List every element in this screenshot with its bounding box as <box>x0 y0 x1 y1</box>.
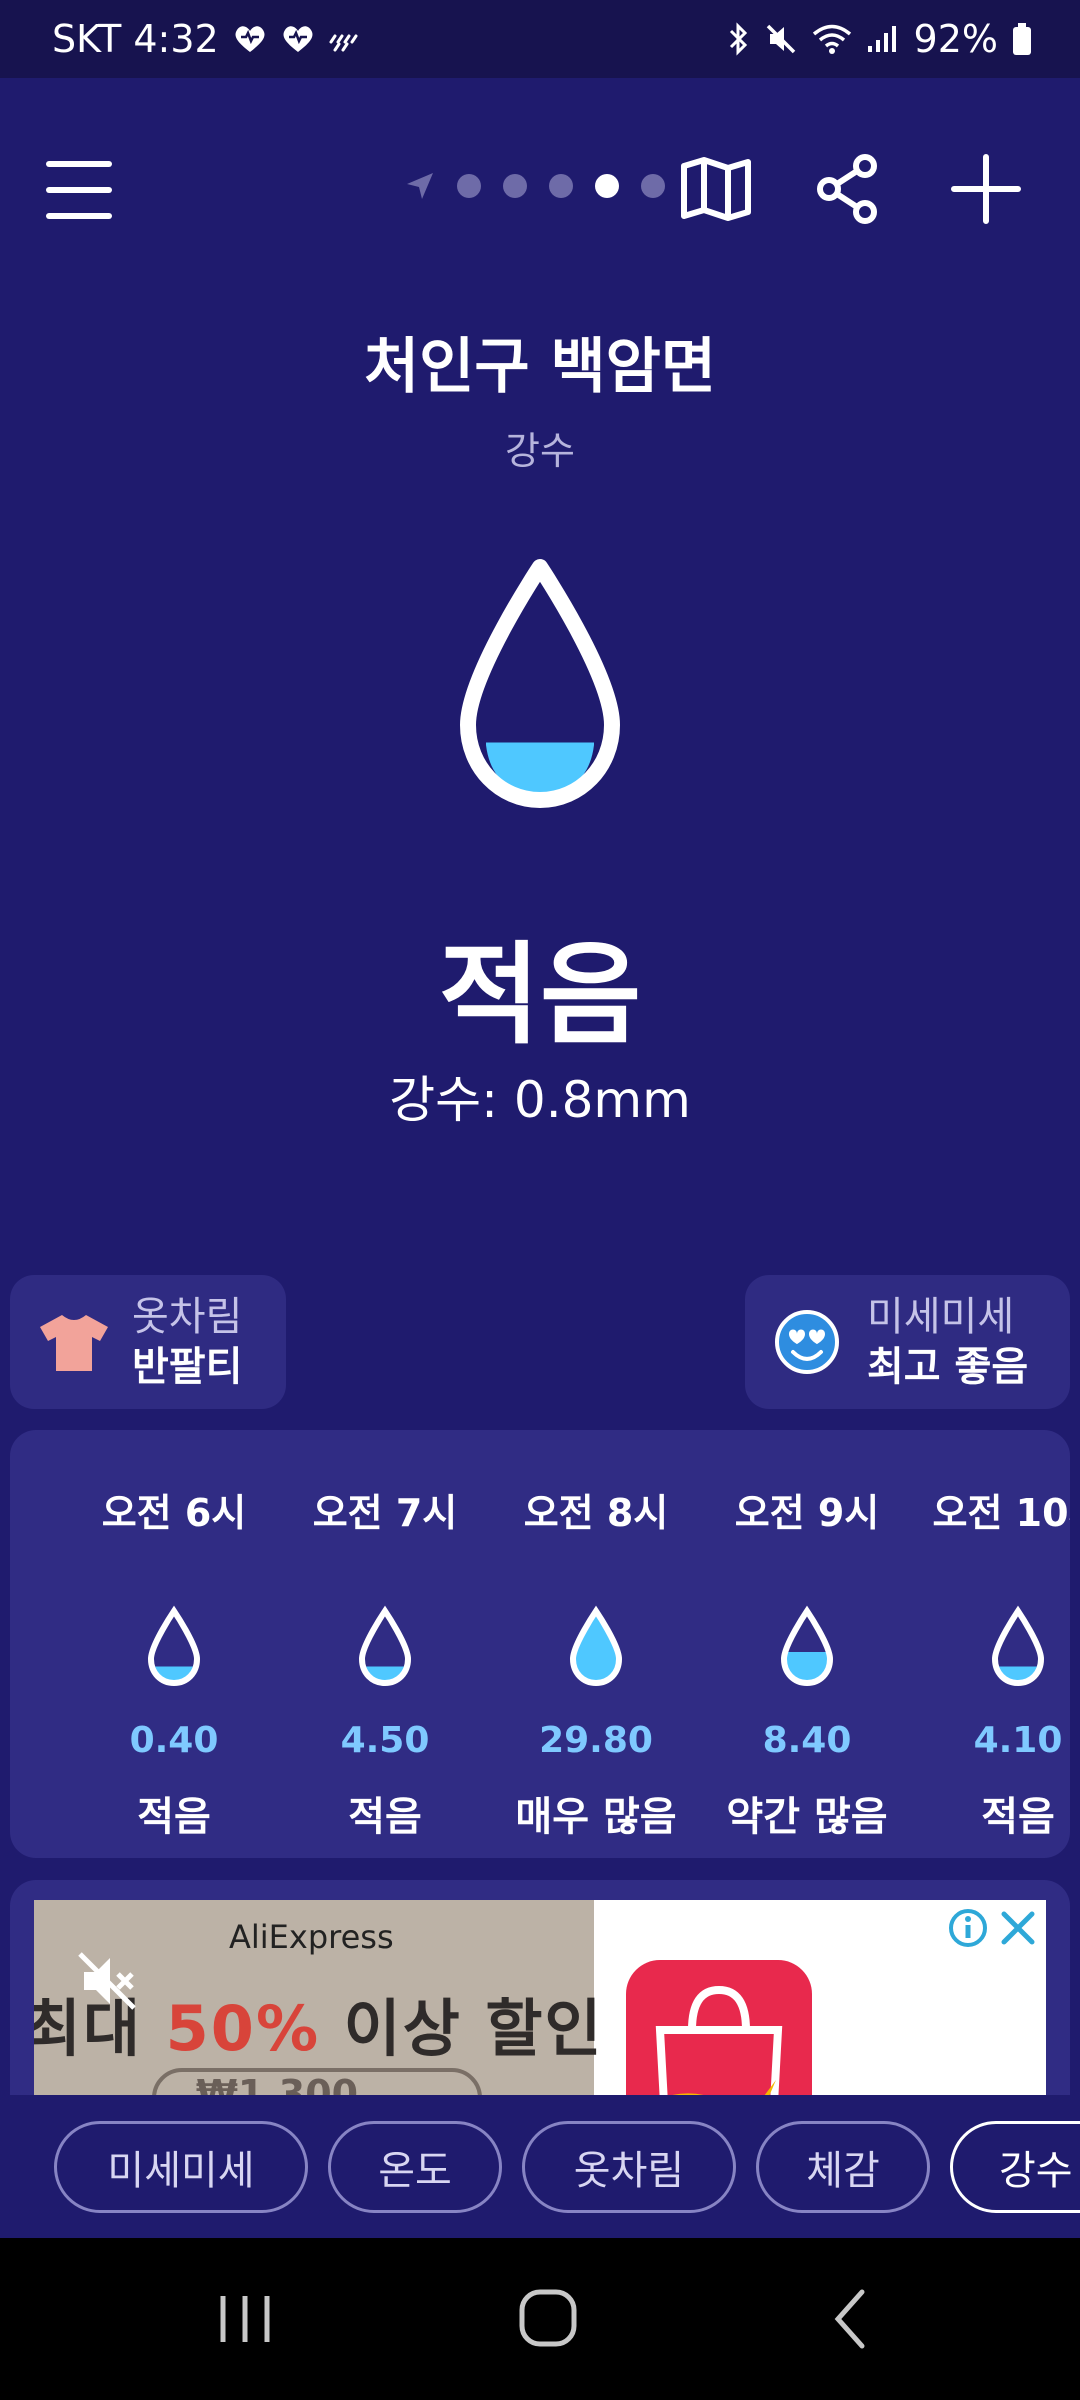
ad-price: ₩1,300 <box>152 2068 482 2095</box>
raindrop-icon <box>991 1605 1045 1687</box>
status-bar: SKT 4:32 92% <box>0 0 1080 78</box>
outfit-chip-text: 옷차림 반팔티 <box>132 1292 242 1392</box>
share-button[interactable] <box>808 149 888 229</box>
page-dot[interactable] <box>641 174 665 198</box>
battery-percent: 92% <box>913 17 998 61</box>
precipitation-amount: 강수: 0.8mm <box>389 1071 691 1129</box>
tab-precipitation[interactable]: 강수 <box>950 2121 1080 2213</box>
system-nav-bar <box>0 2238 1080 2400</box>
signal-icon <box>866 24 900 54</box>
metric-subtitle: 강수 <box>505 429 575 473</box>
home-icon[interactable] <box>508 2284 588 2354</box>
info-icon[interactable] <box>948 1908 988 1948</box>
map-icon <box>681 157 751 221</box>
tab-fine-dust[interactable]: 미세미세 <box>54 2121 308 2213</box>
hourly-forecast[interactable]: 시 오전 6시0.40적음오전 7시4.50적음오전 8시29.80매우 많음오… <box>10 1430 1070 1858</box>
carrier-time: SKT 4:32 <box>52 17 219 61</box>
share-icon <box>817 154 877 224</box>
metric-tab-bar: 미세미세 온도 옷차림 체감 강수 <box>0 2095 1080 2238</box>
hour-time: 오전 7시 <box>312 1491 458 1535</box>
header <box>0 135 1080 245</box>
dust-chip[interactable]: 미세미세 최고 좋음 <box>745 1275 1070 1409</box>
health-icon <box>281 24 315 54</box>
chip-category: 미세미세 <box>867 1294 1015 1340</box>
hour-time: 오전 8시 <box>523 1491 669 1535</box>
raindrop-icon <box>147 1605 201 1687</box>
hour-level: 적음 <box>981 1794 1055 1840</box>
hour-amount: 4.50 <box>340 1720 430 1761</box>
ad-headline-part: 이상 할인 <box>320 1992 604 2065</box>
menu-button[interactable] <box>46 161 116 219</box>
status-left: SKT 4:32 <box>52 17 361 61</box>
hour-level: 매우 많음 <box>515 1794 677 1840</box>
chip-value: 반팔티 <box>132 1344 243 1390</box>
raindrop-icon <box>569 1605 623 1687</box>
raindrop-icon <box>460 559 620 808</box>
tab-feels-like[interactable]: 체감 <box>756 2121 930 2213</box>
chip-category: 옷차림 <box>132 1294 243 1340</box>
raindrop-icon <box>780 1605 834 1687</box>
plus-icon <box>951 154 1021 224</box>
hour-time: 오전 10시 <box>932 1491 1071 1535</box>
location-title[interactable]: 처인구 백암면 <box>0 318 1080 405</box>
menu-line <box>46 213 112 219</box>
hour-level: 약간 많음 <box>726 1794 888 1840</box>
page-dot[interactable] <box>549 174 573 198</box>
ad-brand: AliExpress <box>229 1918 394 1956</box>
hour-time: 오전 6시 <box>101 1491 247 1535</box>
status-right: 92% <box>726 17 1032 61</box>
hour-amount: 29.80 <box>539 1720 653 1761</box>
close-icon[interactable] <box>998 1908 1038 1948</box>
back-icon[interactable] <box>810 2284 890 2354</box>
hour-level: 적음 <box>348 1794 422 1840</box>
ad-headline-discount: 50% <box>165 1992 321 2065</box>
add-location-button[interactable] <box>946 149 1026 229</box>
precipitation-level: 적음 <box>438 931 642 1059</box>
recent-apps-icon[interactable] <box>205 2284 285 2354</box>
mute-icon <box>764 22 798 56</box>
smiley-heart-eyes-icon <box>775 1310 839 1374</box>
ad-banner[interactable]: AliExpress 최대 50% 이상 할인 ₩1,300 <box>34 1900 1046 2095</box>
page-dot[interactable] <box>457 174 481 198</box>
hour-amount: 8.40 <box>762 1720 852 1761</box>
hour-level: 적음 <box>137 1794 211 1840</box>
tab-temperature[interactable]: 온도 <box>328 2121 502 2213</box>
page-indicator <box>405 171 665 201</box>
menu-line <box>46 187 112 193</box>
hour-amount: 0.40 <box>129 1720 219 1761</box>
page-dot-active[interactable] <box>595 174 619 198</box>
weather-rain-icon <box>329 26 361 52</box>
chip-value: 최고 좋음 <box>867 1344 1029 1390</box>
hour-amount: 4.10 <box>973 1720 1063 1761</box>
tab-outfit[interactable]: 옷차림 <box>522 2121 736 2213</box>
menu-line <box>46 161 112 167</box>
map-button[interactable] <box>676 149 756 229</box>
outfit-chip[interactable]: 옷차림 반팔티 <box>10 1275 286 1409</box>
dust-chip-text: 미세미세 최고 좋음 <box>867 1292 1028 1392</box>
health-icon <box>233 24 267 54</box>
shopping-bag-icon <box>626 1960 812 2095</box>
hour-time: 오전 9시 <box>734 1491 880 1535</box>
raindrop-icon <box>358 1605 412 1687</box>
bluetooth-icon <box>726 22 750 56</box>
wifi-icon <box>812 23 852 55</box>
tshirt-icon <box>40 1315 108 1371</box>
location-arrow-icon[interactable] <box>405 171 435 201</box>
battery-icon <box>1012 22 1032 56</box>
ad-container: AliExpress 최대 50% 이상 할인 ₩1,300 <box>10 1880 1070 2095</box>
page-dot[interactable] <box>503 174 527 198</box>
muted-speaker-icon[interactable] <box>74 1948 140 2014</box>
